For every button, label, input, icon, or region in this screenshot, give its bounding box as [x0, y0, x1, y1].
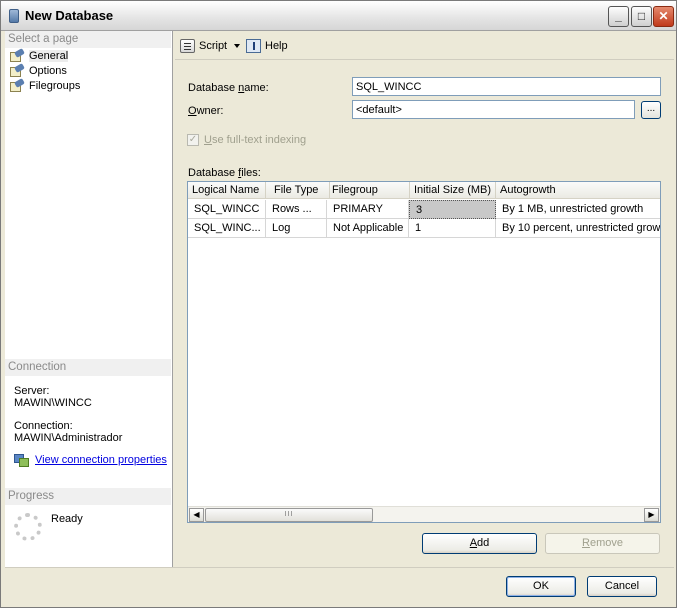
progress-status: Ready [51, 513, 83, 525]
toolbar: Script Help [173, 31, 676, 59]
left-pane: Select a page General Options Filegroups… [5, 31, 173, 567]
cell-file-type[interactable]: Log [266, 219, 327, 238]
column-header-autogrowth[interactable]: Autogrowth [496, 182, 660, 199]
footer-divider [5, 567, 674, 568]
select-page-header: Select a page [5, 31, 171, 48]
help-label: Help [265, 40, 288, 52]
cancel-button[interactable]: Cancel [587, 576, 657, 597]
script-dropdown-arrow-icon[interactable] [234, 44, 240, 48]
column-header-logical-name[interactable]: Logical Name [188, 182, 266, 199]
server-label: Server: [14, 385, 50, 397]
horizontal-scrollbar[interactable]: ◀ III ▶ [188, 506, 660, 522]
table-row[interactable]: SQL_WINCC Rows ... PRIMARY 3 By 1 MB, un… [188, 200, 660, 219]
fulltext-indexing-checkbox[interactable]: ✓ [187, 134, 199, 146]
cell-logical-name[interactable]: SQL_WINCC [188, 200, 266, 219]
new-database-dialog: New Database _ □ ✕ Select a page General… [0, 0, 677, 608]
progress-header: Progress [5, 488, 171, 505]
owner-label: Owner: [188, 105, 224, 117]
database-files-grid[interactable]: Logical Name File Type Filegroup Initial… [187, 181, 661, 523]
cell-autogrowth[interactable]: By 10 percent, unrestricted growth [496, 219, 660, 238]
cell-initial-size[interactable]: 3 [409, 200, 496, 219]
toolbar-divider [175, 59, 674, 60]
script-button[interactable]: Script [180, 39, 227, 53]
connection-header: Connection [5, 359, 171, 376]
page-wrench-icon [10, 78, 25, 92]
view-connection-properties-link[interactable]: View connection properties [14, 453, 167, 467]
page-item-label: Options [29, 65, 67, 77]
owner-input[interactable] [352, 100, 635, 119]
page-item-label: Filegroups [29, 80, 81, 92]
page-item-label: General [29, 50, 69, 62]
database-files-label: Database files: [188, 167, 261, 179]
view-connection-properties-label: View connection properties [35, 454, 167, 466]
database-name-label: Database name: [188, 82, 269, 94]
page-item-general[interactable]: General [8, 48, 69, 64]
minimize-button[interactable]: _ [608, 6, 629, 27]
cell-filegroup[interactable]: PRIMARY [327, 200, 409, 219]
browse-owner-button[interactable]: ... [641, 101, 661, 119]
connection-properties-icon [14, 453, 30, 467]
grid-header: Logical Name File Type Filegroup Initial… [188, 182, 660, 199]
column-header-initial-size[interactable]: Initial Size (MB) [410, 182, 496, 199]
maximize-button[interactable]: □ [631, 6, 652, 27]
database-name-input[interactable] [352, 77, 661, 96]
table-row[interactable]: SQL_WINC... Log Not Applicable 1 By 10 p… [188, 219, 660, 238]
server-value: MAWIN\WINCC [14, 397, 92, 409]
ok-button[interactable]: OK [506, 576, 576, 597]
progress-spinner-icon [14, 513, 42, 541]
page-item-filegroups[interactable]: Filegroups [8, 78, 81, 94]
page-wrench-icon [10, 63, 25, 77]
remove-button[interactable]: Remove [545, 533, 660, 554]
help-button[interactable]: Help [246, 39, 288, 53]
connection-label: Connection: [14, 420, 73, 432]
script-label: Script [199, 40, 228, 52]
database-icon [9, 9, 19, 23]
cell-initial-size[interactable]: 1 [409, 219, 496, 238]
column-header-filegroup[interactable]: Filegroup [328, 182, 410, 199]
page-wrench-icon [10, 48, 25, 62]
window-title: New Database [25, 8, 114, 23]
title-bar: New Database _ □ ✕ [1, 1, 676, 31]
add-button[interactable]: Add [422, 533, 537, 554]
fulltext-indexing-label: Use full-text indexing [204, 134, 307, 146]
script-icon [180, 39, 195, 53]
cell-logical-name[interactable]: SQL_WINC... [188, 219, 266, 238]
connection-value: MAWIN\Administrador [14, 432, 123, 444]
scroll-left-icon[interactable]: ◀ [189, 508, 204, 522]
cell-autogrowth[interactable]: By 1 MB, unrestricted growth [496, 200, 660, 219]
column-header-file-type[interactable]: File Type [270, 182, 330, 199]
scroll-right-icon[interactable]: ▶ [644, 508, 659, 522]
cell-filegroup[interactable]: Not Applicable [327, 219, 409, 238]
close-button[interactable]: ✕ [653, 6, 674, 27]
scrollbar-thumb[interactable]: III [205, 508, 373, 522]
cell-file-type[interactable]: Rows ... [266, 200, 327, 219]
help-icon [246, 39, 261, 53]
page-item-options[interactable]: Options [8, 63, 67, 79]
